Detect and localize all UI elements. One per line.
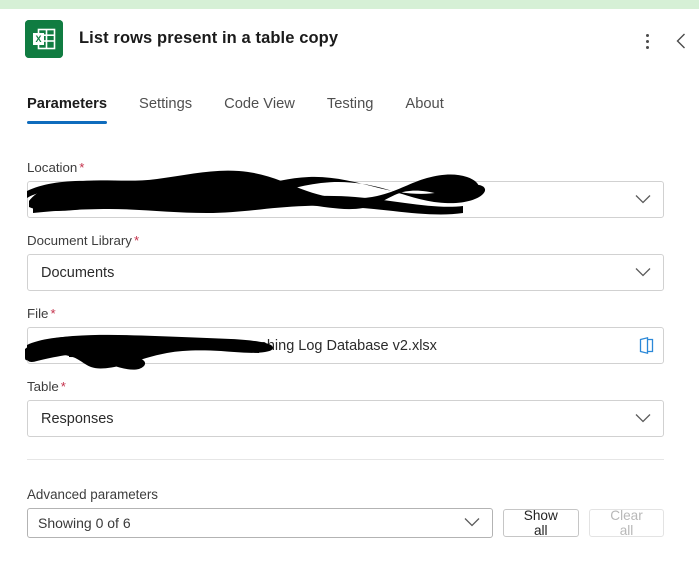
file-input[interactable]: Coaching Log Database v2.xlsx <box>25 327 664 370</box>
more-vertical-icon <box>645 33 649 49</box>
file-picker-button[interactable] <box>633 333 659 359</box>
required-asterisk: * <box>60 379 66 394</box>
show-all-button[interactable]: Show all <box>502 508 580 538</box>
document-library-dropdown[interactable]: Documents <box>27 254 664 291</box>
collapse-button[interactable] <box>670 29 692 53</box>
required-asterisk: * <box>50 306 56 321</box>
field-document-library-label: Document Library * <box>27 233 664 248</box>
parameters-form: Location* Document Library* Documents <box>25 160 664 452</box>
svg-text:X: X <box>35 34 41 44</box>
advanced-parameters-label: Advanced parameters <box>27 487 159 502</box>
clear-all-button[interactable]: Clear all <box>589 508 664 538</box>
document-library-value: Documents <box>41 264 115 281</box>
field-file: File * Coaching Log Database v2.xlsx <box>25 306 664 370</box>
page-title: List rows present in a table copy <box>79 29 339 47</box>
section-divider <box>27 459 664 460</box>
required-asterisk: * <box>133 233 140 248</box>
field-table-label-text: Table <box>27 379 59 394</box>
tab-settings[interactable]: Settings <box>139 96 206 124</box>
tab-about[interactable]: About <box>405 96 457 124</box>
field-file-label-text: File <box>27 306 49 321</box>
location-dropdown[interactable] <box>27 170 664 218</box>
advanced-parameters-value: Showing 0 of 6 <box>38 515 131 531</box>
advanced-parameters-dropdown[interactable]: Showing 0 of 6 <box>27 508 493 538</box>
folder-icon <box>639 336 653 355</box>
field-location-label: Location * <box>27 160 664 175</box>
field-table: Table * Responses <box>27 379 664 437</box>
chevron-down-icon <box>635 410 651 428</box>
table-value: Responses <box>41 410 114 427</box>
advanced-parameters-row: Showing 0 of 6 Show all Clear all <box>27 508 664 538</box>
tab-testing[interactable]: Testing <box>327 96 388 124</box>
more-options-button[interactable] <box>636 29 658 53</box>
field-location: Location * <box>27 160 664 218</box>
required-asterisk: * <box>79 160 85 175</box>
field-document-library-label-text: Document Library <box>27 233 132 248</box>
chevron-down-icon <box>464 514 480 532</box>
chevron-down-icon <box>635 264 651 282</box>
chevron-left-icon <box>676 33 685 49</box>
field-document-library: Document Library * Documents <box>27 233 664 291</box>
tab-bar: Parameters Settings Code View Testing Ab… <box>27 96 458 124</box>
table-dropdown[interactable]: Responses <box>27 400 664 437</box>
field-location-label-text: Location <box>27 160 78 175</box>
tab-parameters[interactable]: Parameters <box>27 96 121 124</box>
tab-code-view[interactable]: Code View <box>224 96 309 124</box>
advanced-parameters-section: Advanced parameters Showing 0 of 6 Show … <box>27 487 664 538</box>
field-file-label: File * <box>27 306 664 321</box>
action-header: X List rows present in a table copy <box>0 9 699 75</box>
chevron-down-icon <box>635 191 651 209</box>
field-table-label: Table * <box>27 379 664 394</box>
excel-app-icon: X <box>25 20 63 58</box>
file-value: Coaching Log Database v2.xlsx <box>233 337 437 354</box>
top-accent-band <box>0 0 699 9</box>
